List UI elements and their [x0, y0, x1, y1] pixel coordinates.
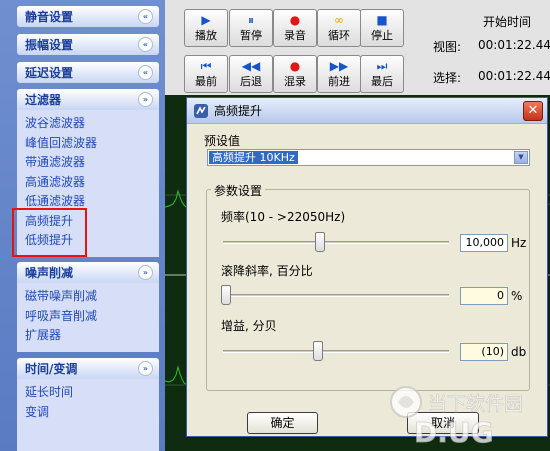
frequency-label: 频率(10 - >22050Hz)	[221, 210, 346, 224]
highlight-box	[12, 208, 87, 257]
group-time-pitch: 时间/变调 » 延长时间 变调	[17, 358, 159, 451]
group-title: 过滤器	[25, 93, 62, 107]
stop-icon: ■	[376, 13, 388, 27]
group-mute-settings: 静音设置 «	[17, 6, 159, 27]
fast-forward-icon: ▶▶	[329, 59, 349, 73]
rolloff-input[interactable]: 0	[460, 287, 508, 305]
group-title: 时间/变调	[25, 362, 78, 376]
app-logo-icon	[194, 103, 208, 118]
button-label: 暂停	[240, 29, 262, 42]
group-title: 振幅设置	[25, 38, 74, 52]
group-amplitude-settings: 振幅设置 «	[17, 34, 159, 55]
chevron-up-icon[interactable]: »	[138, 92, 153, 107]
sidebar-item-bandpass-filter[interactable]: 带通滤波器	[25, 153, 159, 173]
record-button[interactable]: ● 录音	[273, 9, 317, 47]
sidebar-item-peak-filter[interactable]: 峰值回滤波器	[25, 134, 159, 154]
rewind-button[interactable]: ◀◀ 后退	[229, 55, 273, 93]
fast-forward-button[interactable]: ▶▶ 前进	[317, 55, 361, 93]
chevron-down-icon[interactable]: ▼	[514, 151, 528, 164]
gain-input[interactable]: (10)	[460, 343, 508, 361]
skip-start-icon: ⏮	[200, 59, 212, 73]
button-label: 前进	[328, 75, 350, 88]
group-header-mute[interactable]: 静音设置 «	[17, 6, 159, 27]
pause-button[interactable]: ⏸ 暂停	[229, 9, 273, 47]
rolloff-label: 滚降斜率, 百分比	[221, 264, 313, 278]
sidebar-item-highpass-filter[interactable]: 高通滤波器	[25, 173, 159, 193]
loop-icon: ∞	[334, 13, 344, 27]
pause-icon: ⏸	[247, 13, 254, 27]
gain-unit: db	[511, 345, 527, 359]
play-icon: ▶	[201, 13, 211, 27]
group-header-delay[interactable]: 延迟设置 «	[17, 62, 159, 83]
sidebar-item-time-stretch[interactable]: 延长时间	[25, 383, 159, 403]
group-title: 静音设置	[25, 10, 74, 24]
sidebar-item-tape-noise[interactable]: 磁带噪声削减	[25, 287, 159, 307]
chevron-down-icon[interactable]: «	[138, 65, 153, 80]
close-icon[interactable]: ✕	[523, 101, 543, 121]
rolloff-slider-thumb[interactable]	[221, 285, 231, 305]
button-label: 最后	[371, 75, 393, 88]
preset-label: 预设值	[204, 134, 241, 148]
record-icon: ●	[289, 59, 301, 73]
group-title: 噪声削减	[25, 266, 74, 280]
gain-slider-thumb[interactable]	[312, 341, 323, 361]
frequency-unit: Hz	[511, 236, 527, 250]
rewind-icon: ◀◀	[241, 59, 261, 73]
button-label: 停止	[371, 29, 393, 42]
ok-button[interactable]: 确定	[247, 412, 318, 434]
button-label: 混录	[284, 75, 306, 88]
watermark-text: 当下软件园	[428, 393, 523, 415]
group-header-noise[interactable]: 噪声削减 »	[17, 262, 159, 283]
rolloff-slider-track[interactable]	[223, 294, 449, 297]
button-label: 录音	[284, 29, 306, 42]
chevron-down-icon[interactable]: «	[138, 37, 153, 52]
loop-button[interactable]: ∞ 循环	[317, 9, 361, 47]
go-last-button[interactable]: ⏭ 最后	[360, 55, 404, 93]
chevron-up-icon[interactable]: »	[138, 361, 153, 376]
button-label: 最前	[195, 75, 217, 88]
button-label: 后退	[240, 75, 262, 88]
group-delay-settings: 延迟设置 «	[17, 62, 159, 83]
group-noise-reduction: 噪声削减 » 磁带噪声削减 呼吸声音削减 扩展器	[17, 262, 159, 352]
dialog-title: 高频提升	[214, 104, 263, 118]
play-button[interactable]: ▶ 播放	[184, 9, 228, 47]
record-icon: ●	[289, 13, 301, 27]
group-title: 延迟设置	[25, 66, 74, 80]
chevron-down-icon[interactable]: «	[138, 9, 153, 24]
sidebar-item-expander[interactable]: 扩展器	[25, 326, 159, 346]
site-watermark: 当下软件园 D.UG	[390, 386, 523, 448]
preset-selected-value: 高频提升 10KHz	[209, 151, 298, 164]
frequency-slider-track[interactable]	[223, 241, 449, 244]
group-header-filters[interactable]: 过滤器 »	[17, 89, 159, 110]
go-first-button[interactable]: ⏮ 最前	[184, 55, 228, 93]
view-time-value: 00:01:22.44	[478, 38, 550, 52]
group-body-noise: 磁带噪声削减 呼吸声音削减 扩展器	[17, 283, 159, 352]
preset-select[interactable]: 高频提升 10KHz ▼	[207, 149, 530, 166]
group-header-amplitude[interactable]: 振幅设置 «	[17, 34, 159, 55]
selection-time-value: 00:01:22.44	[478, 69, 550, 83]
parameters-group-title: 参数设置	[211, 182, 266, 199]
watermark-logo-text: D.UG	[414, 416, 494, 448]
stop-button[interactable]: ■ 停止	[360, 9, 404, 47]
button-label: 播放	[195, 29, 217, 42]
effects-sidebar: 静音设置 « 振幅设置 « 延迟设置 « 过滤器 » 波谷滤波器 峰值回滤波器 …	[0, 0, 165, 451]
view-label: 视图:	[433, 40, 462, 54]
sidebar-item-pitch-shift[interactable]: 变调	[25, 403, 159, 423]
frequency-input[interactable]: 10,000	[460, 234, 508, 252]
skip-end-icon: ⏭	[376, 59, 388, 73]
gain-label: 增益, 分贝	[221, 319, 277, 333]
rolloff-unit: %	[511, 289, 523, 303]
frequency-slider-thumb[interactable]	[314, 232, 325, 252]
selection-label: 选择:	[433, 71, 462, 85]
dialog-titlebar[interactable]: 高频提升	[187, 98, 547, 124]
chevron-up-icon[interactable]: »	[138, 265, 153, 280]
group-header-time-pitch[interactable]: 时间/变调 »	[17, 358, 159, 379]
gain-slider-track[interactable]	[223, 350, 449, 353]
button-label: 循环	[328, 29, 350, 42]
start-time-title: 开始时间	[483, 15, 532, 29]
mix-record-button[interactable]: ● 混录	[273, 55, 317, 93]
sidebar-item-breath-noise[interactable]: 呼吸声音削减	[25, 307, 159, 327]
sidebar-item-notch-filter[interactable]: 波谷滤波器	[25, 114, 159, 134]
group-body-time-pitch: 延长时间 变调	[17, 379, 159, 451]
